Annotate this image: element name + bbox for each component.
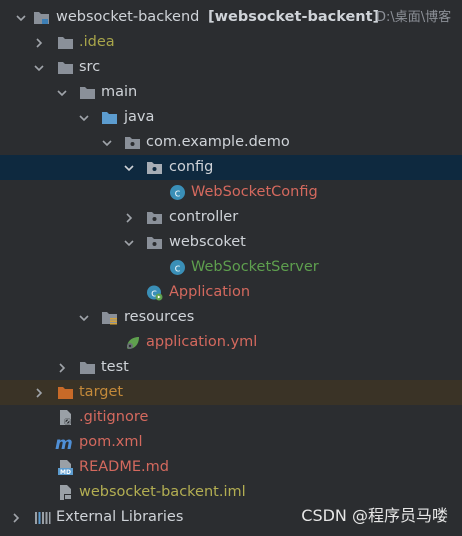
tree-row-test[interactable]: test <box>0 355 462 380</box>
folder-icon <box>57 34 74 51</box>
package-folder-icon <box>146 234 163 251</box>
chevron-right-icon[interactable] <box>32 30 46 55</box>
tree-row-package[interactable]: com.example.demo <box>0 130 462 155</box>
folder-icon <box>79 359 96 376</box>
folder-icon <box>79 84 96 101</box>
csdn-watermark: CSDN @程序员马喽 <box>301 506 448 525</box>
tree-label-websocket-config: WebSocketConfig <box>191 184 318 200</box>
tree-row-idea[interactable]: .idea <box>0 30 462 55</box>
tree-row-config[interactable]: config <box>0 155 462 180</box>
project-tree: websocket-backend [websocket-backent] D:… <box>0 0 462 536</box>
tree-row-websocket-config[interactable]: c WebSocketConfig <box>0 180 462 205</box>
tree-label-package: com.example.demo <box>146 134 290 150</box>
project-path: D:\桌面\博客 <box>376 10 452 25</box>
library-icon <box>34 509 51 526</box>
tree-label-test: test <box>101 359 129 375</box>
chevron-down-icon[interactable] <box>122 155 136 180</box>
tree-row-main[interactable]: main <box>0 80 462 105</box>
tree-label-controller: controller <box>169 209 239 225</box>
resources-folder-icon <box>101 309 118 326</box>
markdown-file-icon: MD <box>57 459 74 476</box>
tree-row-application[interactable]: c Application <box>0 280 462 305</box>
chevron-down-icon[interactable] <box>100 130 114 155</box>
tree-label-readme: README.md <box>79 459 169 475</box>
tree-label-resources: resources <box>124 309 195 325</box>
chevron-down-icon[interactable] <box>32 55 46 80</box>
tree-row-target[interactable]: target <box>0 380 462 405</box>
gitignore-file-icon <box>57 409 74 426</box>
tree-label-webscoket: webscoket <box>169 234 246 250</box>
spring-config-file-icon <box>124 334 141 351</box>
tree-label-websocket-server: WebSocketServer <box>191 259 319 275</box>
tree-label-application-yml: application.yml <box>146 334 258 350</box>
chevron-down-icon[interactable] <box>14 5 28 30</box>
tree-row-application-yml[interactable]: application.yml <box>0 330 462 355</box>
module-file-icon <box>57 484 74 501</box>
tree-label-gitignore: .gitignore <box>79 409 149 425</box>
svg-text:m: m <box>55 434 73 451</box>
package-folder-icon <box>146 159 163 176</box>
chevron-right-icon[interactable] <box>122 205 136 230</box>
tree-label-pom: pom.xml <box>79 434 143 450</box>
tree-row-controller[interactable]: controller <box>0 205 462 230</box>
chevron-down-icon[interactable] <box>77 105 91 130</box>
maven-icon: m <box>55 434 73 454</box>
package-folder-icon <box>124 134 141 151</box>
svg-text:c: c <box>174 262 180 275</box>
tree-row-readme[interactable]: MD README.md <box>0 455 462 480</box>
tree-label-iml: websocket-backent.iml <box>79 484 246 500</box>
tree-row-src[interactable]: src <box>0 55 462 80</box>
tree-label-external-libraries: External Libraries <box>56 509 184 525</box>
spring-boot-class-icon: c <box>146 284 163 301</box>
folder-icon <box>57 59 74 76</box>
tree-label-src: src <box>79 59 101 75</box>
svg-text:c: c <box>174 187 180 200</box>
tree-row-resources[interactable]: resources <box>0 305 462 330</box>
class-icon: c <box>169 184 186 201</box>
project-module-name: [websocket-backent] <box>208 9 380 25</box>
tree-label-target: target <box>79 384 124 400</box>
source-folder-icon <box>101 109 118 126</box>
module-folder-icon <box>33 9 50 26</box>
chevron-right-icon[interactable] <box>32 380 46 405</box>
chevron-down-icon[interactable] <box>122 230 136 255</box>
project-name: websocket-backend <box>56 9 200 25</box>
tree-row-websocket-server[interactable]: c WebSocketServer <box>0 255 462 280</box>
tree-row-java[interactable]: java <box>0 105 462 130</box>
tree-label-main: main <box>101 84 138 100</box>
chevron-right-icon[interactable] <box>55 355 69 380</box>
tree-label-config: config <box>169 159 214 175</box>
class-icon: c <box>169 259 186 276</box>
tree-row-gitignore[interactable]: .gitignore <box>0 405 462 430</box>
chevron-down-icon[interactable] <box>77 305 91 330</box>
tree-row-webscoket[interactable]: webscoket <box>0 230 462 255</box>
tree-label-java: java <box>124 109 155 125</box>
tree-row-project-root[interactable]: websocket-backend [websocket-backent] D:… <box>0 5 462 30</box>
tree-row-iml[interactable]: websocket-backent.iml <box>0 480 462 505</box>
tree-label-idea: .idea <box>79 34 115 50</box>
tree-label-application: Application <box>169 284 251 300</box>
excluded-folder-icon <box>57 384 74 401</box>
chevron-down-icon[interactable] <box>55 80 69 105</box>
tree-row-pom[interactable]: m pom.xml <box>0 430 462 455</box>
chevron-right-icon[interactable] <box>9 505 23 530</box>
svg-text:MD: MD <box>60 469 71 476</box>
package-folder-icon <box>146 209 163 226</box>
